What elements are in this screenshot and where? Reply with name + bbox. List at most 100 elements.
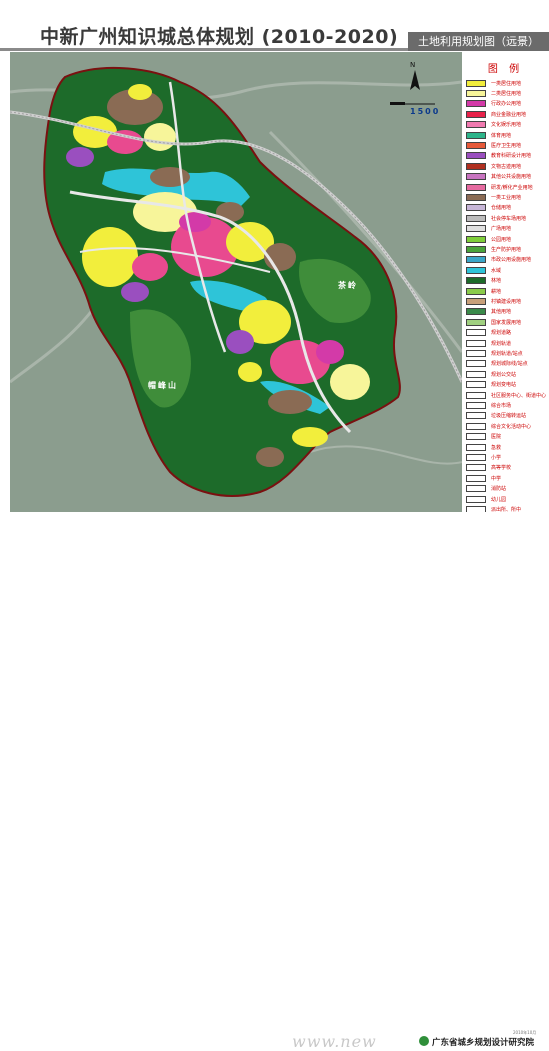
admin-zone (179, 212, 211, 232)
legend-label: 广场用地 (491, 226, 512, 233)
legend-item: 市政公用设施用地 (466, 255, 531, 265)
institute-logo-icon (419, 1036, 429, 1046)
institute-name: 广东省城乡规划设计研究院 (432, 1038, 535, 1048)
legend-label: 综合市场 (491, 402, 512, 409)
legend-swatch (466, 100, 486, 108)
legend-swatch (466, 453, 486, 461)
legend-item: 社区服务中心、街道中心 (466, 390, 546, 400)
legend-item: 中学 (466, 473, 501, 483)
legend-swatch (466, 329, 486, 337)
legend-label: 消防站 (491, 486, 507, 493)
legend-item: 二类居住用地 (466, 88, 521, 98)
residential-zone (144, 123, 176, 151)
legend-label: 国家发展用地 (491, 319, 522, 326)
map-legend: 图 例 一类居住用地 二类居住用地 行政办公用地 商业金融业用地 文化娱乐用地 体育用地医… (462, 52, 549, 527)
legend-item: 其他用地 (466, 307, 511, 317)
legend-swatch (466, 443, 486, 451)
legend-label: 中学 (491, 475, 502, 482)
legend-swatch (466, 339, 486, 347)
legend-item: 规划变电站 (466, 380, 516, 390)
legend-label: 行政办公用地 (491, 101, 522, 108)
legend-item: 社会停车场用地 (466, 213, 526, 223)
date-stamp: 2010年10月 (513, 1030, 537, 1035)
legend-swatch (466, 401, 486, 409)
legend-item: 行政办公用地 (466, 99, 521, 109)
legend-swatch (466, 297, 486, 305)
legend-swatch (466, 245, 486, 253)
legend-label: 规划城际线/站点 (491, 361, 528, 368)
legend-label: 一类居住用地 (491, 80, 522, 87)
legend-item: 商业金融业用地 (466, 109, 526, 119)
legend-item: 研发/孵化产业用地 (466, 182, 533, 192)
legend-swatch (466, 422, 486, 430)
legend-title: 图 例 (487, 64, 524, 75)
watermark: www.new (292, 1032, 377, 1051)
legend-swatch (466, 152, 486, 160)
legend-label: 规划变电站 (491, 382, 517, 389)
admin-zone (316, 340, 344, 364)
legend-label: 体育用地 (491, 132, 512, 139)
legend-item: 水域 (466, 265, 501, 275)
legend-item: 广场用地 (466, 224, 511, 234)
legend-swatch (466, 495, 486, 503)
commercial-zone (132, 253, 168, 281)
legend-item: 仓储用地 (466, 203, 511, 213)
legend-label: 市政公用设施用地 (491, 257, 532, 264)
legend-label: 村镇建设用地 (491, 298, 522, 305)
legend-swatch (466, 287, 486, 295)
mountain-label-east: 茶岭 (338, 281, 358, 290)
legend-label: 耕地 (491, 288, 502, 295)
legend-swatch (466, 381, 486, 389)
legend-item: 公园用地 (466, 234, 511, 244)
legend-swatch (466, 256, 486, 264)
legend-item: 小学 (466, 452, 501, 462)
legend-label: 一类工业用地 (491, 194, 522, 201)
legend-swatch (466, 349, 486, 357)
page-title: 中新广州知识城总体规划 (2010-2020) (40, 26, 399, 48)
legend-item: 医院 (466, 432, 501, 442)
legend-label: 垃圾压缩转运站 (491, 413, 527, 420)
legend-item: 规划轨道/站点 (466, 348, 523, 358)
svg-text:N: N (410, 61, 415, 69)
legend-label: 规划道路 (491, 330, 512, 337)
mountain-label-west: 帽峰山 (148, 381, 178, 390)
map-subtitle: 土地利用规划图（远景） (408, 32, 549, 51)
legend-swatch (466, 433, 486, 441)
legend-label: 仓储用地 (491, 205, 512, 212)
legend-item: 急救 (466, 442, 501, 452)
legend-label: 林地 (491, 278, 502, 285)
industry-zone (256, 447, 284, 467)
legend-swatch (466, 173, 486, 181)
land-use-map[interactable]: N 1500 帽峰山 茶岭 (10, 52, 462, 512)
legend-item: 垃圾压缩转运站 (466, 411, 526, 421)
footer: www.new 广东省城乡规划设计研究院 2010年10月 (0, 512, 549, 1051)
legend-item: 规划城际线/站点 (466, 359, 528, 369)
legend-item: 高等学校 (466, 463, 511, 473)
legend-item: 耕地 (466, 286, 501, 296)
residential-zone (292, 427, 328, 447)
legend-swatch (466, 214, 486, 222)
legend-label: 规划公交站 (491, 371, 517, 378)
legend-label: 研发/孵化产业用地 (491, 184, 533, 191)
legend-item: 医疗卫生用地 (466, 140, 521, 150)
map-canvas: N (10, 52, 462, 512)
legend-item: 林地 (466, 276, 501, 286)
education-zone (121, 282, 149, 302)
legend-swatch (466, 464, 486, 472)
legend-swatch (466, 318, 486, 326)
legend-label: 综合文化活动中心 (491, 423, 532, 430)
legend-swatch (466, 370, 486, 378)
legend-item: 规划道路 (466, 328, 511, 338)
legend-label: 文化娱乐用地 (491, 122, 522, 129)
residential-zone (82, 227, 138, 287)
legend-label: 其他用地 (491, 309, 512, 316)
legend-swatch (466, 308, 486, 316)
legend-swatch (466, 225, 486, 233)
legend-label: 幼儿园 (491, 496, 507, 503)
legend-item: 综合市场 (466, 400, 511, 410)
legend-swatch (466, 121, 486, 129)
legend-item: 村镇建设用地 (466, 296, 521, 306)
legend-swatch (466, 131, 486, 139)
legend-label: 医院 (491, 434, 502, 441)
legend-item: 一类居住用地 (466, 78, 521, 88)
